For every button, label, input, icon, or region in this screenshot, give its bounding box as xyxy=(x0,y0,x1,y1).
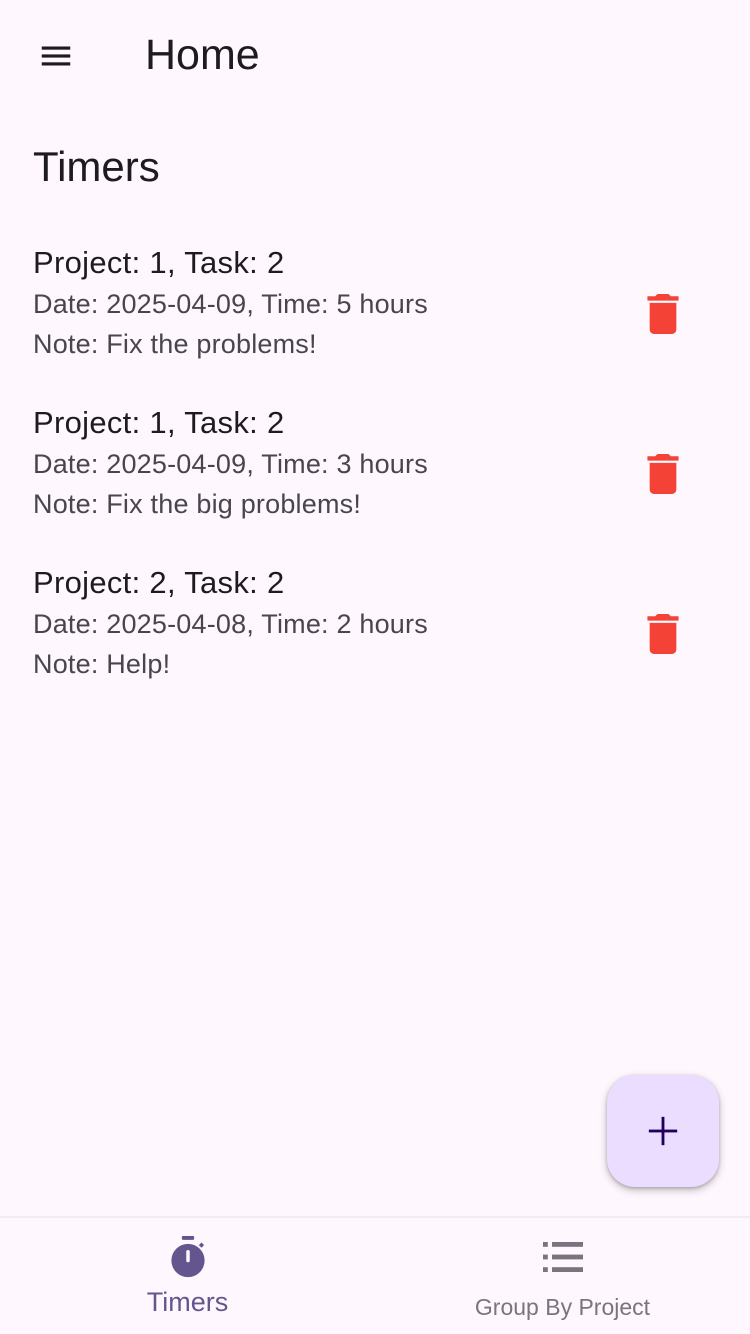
trash-icon xyxy=(647,454,679,494)
timer-list-item[interactable]: Project: 1, Task: 2 Date: 2025-04-09, Ti… xyxy=(0,392,750,552)
menu-icon xyxy=(41,46,71,66)
timer-text: Project: 1, Task: 2 Date: 2025-04-09, Ti… xyxy=(33,244,428,364)
timer-list-item[interactable]: Project: 1, Task: 2 Date: 2025-04-09, Ti… xyxy=(0,232,750,392)
timer-title: Project: 2, Task: 2 xyxy=(33,565,285,600)
nav-item-timers[interactable]: Timers xyxy=(0,1218,375,1334)
app-bar: Home xyxy=(0,0,750,112)
page-title: Home xyxy=(145,31,260,79)
timer-text: Project: 2, Task: 2 Date: 2025-04-08, Ti… xyxy=(33,564,428,684)
timer-note: Note: Fix the big problems! xyxy=(33,489,362,519)
timer-title: Project: 1, Task: 2 xyxy=(33,405,285,440)
timer-icon xyxy=(170,1236,205,1278)
timer-text: Project: 1, Task: 2 Date: 2025-04-09, Ti… xyxy=(33,404,428,524)
nav-label-timers: Timers xyxy=(146,1287,229,1317)
delete-button[interactable] xyxy=(627,278,699,350)
add-timer-button[interactable] xyxy=(607,1075,719,1187)
nav-item-group-by-project[interactable]: Group By Project xyxy=(375,1218,750,1334)
timer-title: Project: 1, Task: 2 xyxy=(33,245,285,280)
menu-button[interactable] xyxy=(20,20,92,92)
timer-details: Date: 2025-04-08, Time: 2 hours xyxy=(33,609,428,639)
add-icon xyxy=(648,1116,678,1146)
delete-button[interactable] xyxy=(627,438,699,510)
delete-button[interactable] xyxy=(627,598,699,670)
app-screen: Home Timers Project: 1, Task: 2 Date: 20… xyxy=(0,0,750,1334)
section-title: Timers xyxy=(33,143,160,190)
trash-icon xyxy=(647,614,679,654)
timer-details: Date: 2025-04-09, Time: 3 hours xyxy=(33,449,428,479)
timer-note: Note: Fix the problems! xyxy=(33,329,317,359)
trash-icon xyxy=(647,294,679,334)
nav-label-group-by-project: Group By Project xyxy=(474,1294,651,1320)
timer-list-item[interactable]: Project: 2, Task: 2 Date: 2025-04-08, Ti… xyxy=(0,552,750,712)
timer-note: Note: Help! xyxy=(33,649,171,679)
list-icon xyxy=(542,1242,583,1272)
timer-details: Date: 2025-04-09, Time: 5 hours xyxy=(33,289,428,319)
timer-list: Project: 1, Task: 2 Date: 2025-04-09, Ti… xyxy=(0,232,750,712)
bottom-navigation: Timers Group By Project xyxy=(0,1216,750,1334)
